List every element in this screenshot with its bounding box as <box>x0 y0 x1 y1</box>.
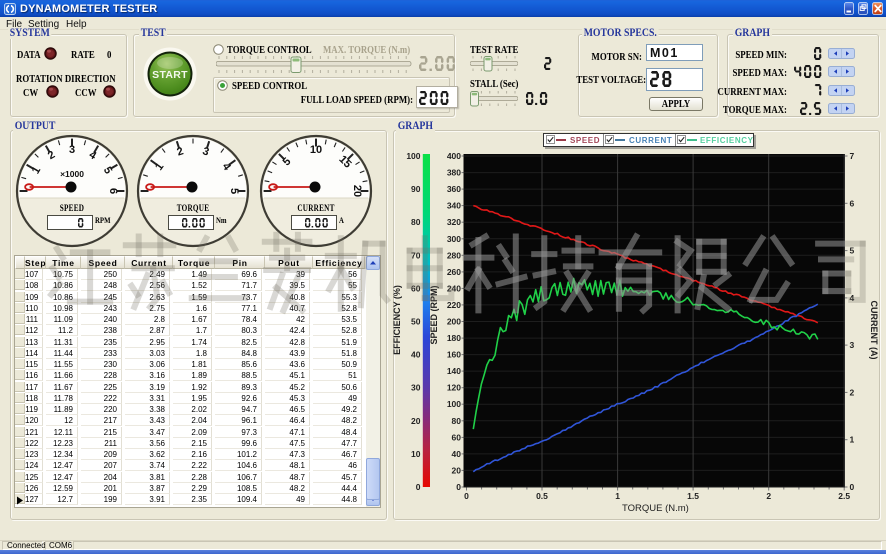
svg-text:400: 400 <box>447 151 461 161</box>
svg-text:CURRENT (A): CURRENT (A) <box>869 301 879 360</box>
svg-text:320: 320 <box>447 217 461 227</box>
svg-text:280: 280 <box>447 250 461 260</box>
svg-text:2: 2 <box>766 491 771 501</box>
svg-text:0: 0 <box>464 491 469 501</box>
svg-text:380: 380 <box>447 168 461 178</box>
svg-text:3: 3 <box>850 340 855 350</box>
svg-text:60: 60 <box>452 432 462 442</box>
svg-text:6: 6 <box>107 188 119 194</box>
svg-text:160: 160 <box>447 350 461 360</box>
svg-text:80: 80 <box>411 217 421 227</box>
svg-text:0: 0 <box>850 482 855 492</box>
svg-text:0.5: 0.5 <box>536 491 548 501</box>
svg-text:90: 90 <box>411 184 421 194</box>
svg-text:START: START <box>152 69 188 81</box>
svg-text:20: 20 <box>411 416 421 426</box>
svg-text:100: 100 <box>447 399 461 409</box>
svg-text:220: 220 <box>447 300 461 310</box>
svg-text:20: 20 <box>351 185 363 197</box>
svg-text:40: 40 <box>411 350 421 360</box>
svg-text:5: 5 <box>850 246 855 256</box>
svg-text:2.5: 2.5 <box>838 491 850 501</box>
svg-text:1: 1 <box>850 435 855 445</box>
svg-text:240: 240 <box>447 283 461 293</box>
svg-text:1: 1 <box>615 491 620 501</box>
svg-text:60: 60 <box>411 283 421 293</box>
svg-text:50: 50 <box>411 317 421 327</box>
svg-text:×1000: ×1000 <box>60 169 84 179</box>
svg-text:340: 340 <box>447 201 461 211</box>
svg-text:10: 10 <box>310 144 322 156</box>
svg-text:0: 0 <box>416 482 421 492</box>
svg-text:70: 70 <box>411 250 421 260</box>
svg-text:100: 100 <box>406 151 420 161</box>
svg-text:180: 180 <box>447 333 461 343</box>
svg-text:80: 80 <box>452 416 462 426</box>
svg-text:2: 2 <box>850 387 855 397</box>
svg-text:260: 260 <box>447 267 461 277</box>
svg-text:40: 40 <box>452 449 462 459</box>
svg-text:300: 300 <box>447 234 461 244</box>
svg-text:3: 3 <box>69 144 75 156</box>
svg-text:EFFICIENCY (%): EFFICIENCY (%) <box>392 285 402 355</box>
svg-text:0: 0 <box>456 482 461 492</box>
svg-text:120: 120 <box>447 383 461 393</box>
svg-text:200: 200 <box>447 317 461 327</box>
svg-text:7: 7 <box>850 151 855 161</box>
svg-text:TORQUE (N.m): TORQUE (N.m) <box>622 503 689 514</box>
svg-text:30: 30 <box>411 383 421 393</box>
svg-text:5: 5 <box>228 188 240 194</box>
svg-text:360: 360 <box>447 184 461 194</box>
svg-text:10: 10 <box>411 449 421 459</box>
svg-text:140: 140 <box>447 366 461 376</box>
svg-text:20: 20 <box>452 465 462 475</box>
svg-text:6: 6 <box>850 198 855 208</box>
svg-text:4: 4 <box>850 293 855 303</box>
svg-text:SPEED (RPM): SPEED (RPM) <box>429 285 439 344</box>
svg-text:1.5: 1.5 <box>687 491 699 501</box>
